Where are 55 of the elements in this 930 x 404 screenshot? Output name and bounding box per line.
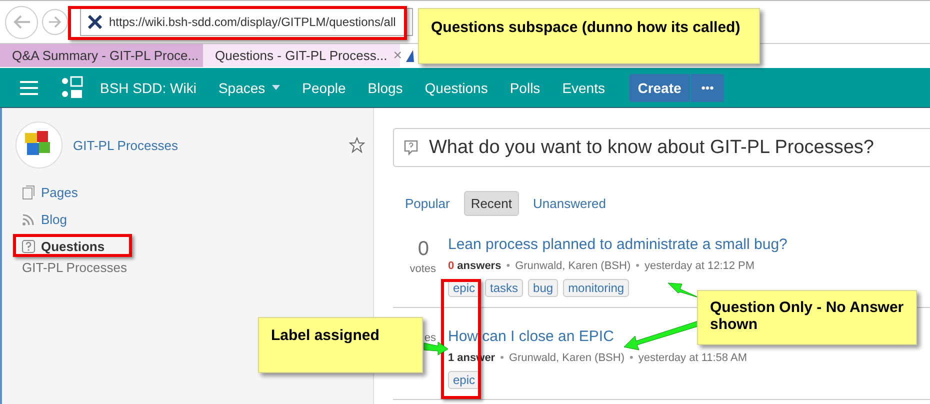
answer-count: 0 answers: [448, 260, 502, 272]
search-field[interactable]: What do you want to know about GIT-PL Processes?: [393, 128, 930, 167]
more-button[interactable]: •••: [691, 74, 724, 102]
logo-icon[interactable]: [60, 76, 84, 100]
sidebar-item[interactable]: Pages: [15, 179, 373, 206]
separator-dot: •: [630, 352, 634, 364]
browser-tab[interactable]: Q&A Summary - GIT-PL Proce...: [0, 44, 203, 67]
space-label: GIT-PL Processes: [21, 260, 128, 275]
callout-note: Questions subspace (dunno how its called): [418, 8, 760, 64]
callout-note: Label assigned: [258, 317, 423, 373]
pages-icon: [22, 185, 35, 200]
nav-link[interactable]: People: [302, 80, 346, 96]
author[interactable]: Grunwald, Karen (BSH): [508, 352, 624, 364]
browser-tab[interactable]: Questions - GIT-PL Process... ×: [203, 44, 400, 67]
space-logo-icon[interactable]: [15, 121, 63, 169]
author[interactable]: Grunwald, Karen (BSH): [515, 260, 631, 272]
nav-link[interactable]: Polls: [510, 80, 540, 96]
space-name[interactable]: GIT-PL Processes: [73, 138, 349, 152]
sidebar-item[interactable]: Blog: [15, 206, 373, 233]
create-button[interactable]: Create: [629, 74, 690, 102]
arrow-left-icon: [12, 14, 32, 30]
separator-dot: •: [636, 260, 640, 272]
votes-label: es: [424, 332, 436, 344]
question-link[interactable]: How can I close an EPIC: [448, 328, 614, 345]
callout-note: Question Only - No Answer shown: [697, 290, 917, 345]
filter-tab[interactable]: Popular: [399, 192, 456, 215]
sidebar-item[interactable]: Questions: [15, 233, 373, 260]
votes-label: votes: [410, 263, 436, 275]
question-link[interactable]: Lean process planned to administrate a small bug?: [448, 236, 788, 253]
star-icon[interactable]: [349, 137, 365, 153]
filter-tab[interactable]: Recent: [464, 191, 520, 216]
timestamp: yesterday at 12:12 PM: [644, 260, 755, 272]
address-bar[interactable]: https://wiki.bsh-sdd.com/display/GITPLM/questions/all: [80, 8, 413, 36]
rss-icon: [22, 213, 35, 226]
label-tag[interactable]: bug: [528, 279, 558, 297]
arrow: [424, 342, 448, 356]
filter-tab[interactable]: Unanswered: [527, 192, 612, 215]
question-icon: [403, 140, 419, 156]
forward-button[interactable]: [42, 9, 68, 35]
nav-link[interactable]: Spaces: [218, 80, 280, 96]
close-icon[interactable]: ×: [393, 47, 402, 64]
site-title[interactable]: BSH SDD: Wiki: [100, 80, 196, 96]
label-tag[interactable]: monitoring: [563, 279, 630, 297]
back-button[interactable]: [5, 6, 38, 38]
label-tag[interactable]: tasks: [485, 279, 524, 297]
question-icon: [22, 240, 35, 253]
timestamp: yesterday at 11:58 AM: [638, 352, 747, 364]
nav-link[interactable]: Blogs: [368, 80, 403, 96]
separator-dot: •: [506, 260, 510, 272]
separator-dot: •: [500, 352, 504, 364]
vote-count: 0: [418, 238, 429, 261]
nav-link[interactable]: Events: [562, 80, 605, 96]
menu-icon[interactable]: [20, 80, 38, 94]
nav-link[interactable]: Questions: [424, 80, 488, 96]
arrow-right-icon: [48, 16, 62, 28]
